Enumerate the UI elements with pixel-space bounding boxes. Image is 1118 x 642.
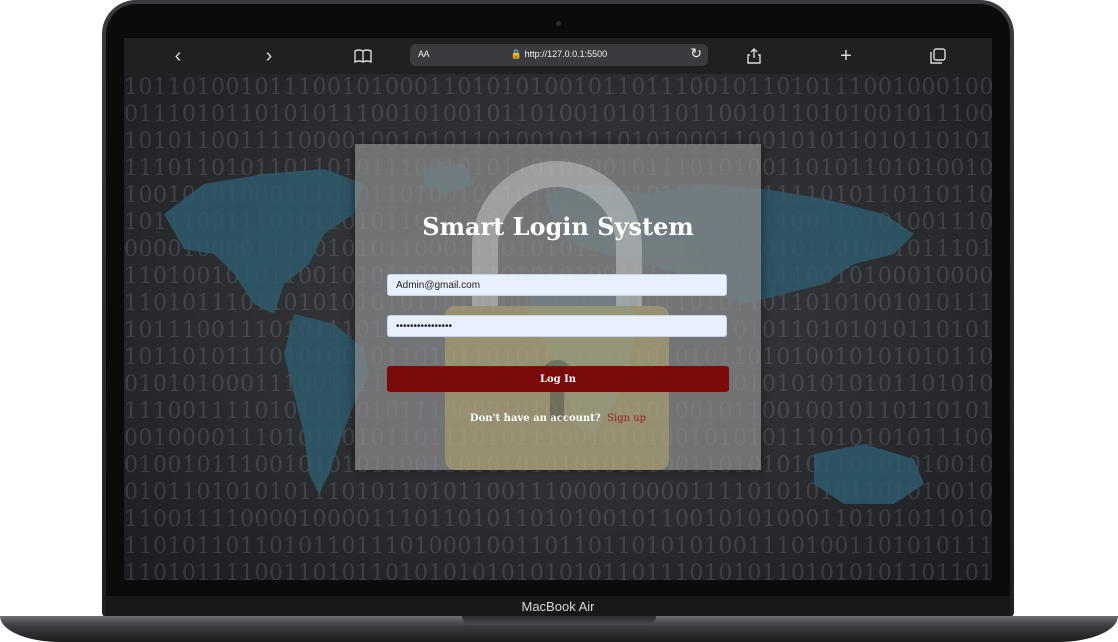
email-field[interactable] bbox=[387, 274, 727, 296]
reload-icon[interactable]: ↻ bbox=[690, 45, 702, 62]
forward-icon[interactable]: › bbox=[255, 43, 283, 69]
device-label: MacBook Air bbox=[106, 596, 1010, 616]
login-page: 1011010010111001010001101010100101101110… bbox=[124, 74, 992, 580]
back-icon[interactable]: ‹ bbox=[164, 43, 192, 69]
share-icon[interactable] bbox=[740, 43, 768, 69]
screen: ‹ › AA 🔒 http://127.0.0.1:5500 ↻ + 10110… bbox=[124, 38, 992, 580]
camera-icon bbox=[556, 21, 561, 26]
lock-icon: 🔒 bbox=[510, 49, 523, 59]
laptop-notch bbox=[462, 616, 656, 625]
login-card: Smart Login System Log In Don't have an … bbox=[355, 144, 761, 470]
tabs-icon[interactable] bbox=[924, 43, 952, 69]
address-bar[interactable]: AA 🔒 http://127.0.0.1:5500 ↻ bbox=[410, 44, 708, 66]
login-button[interactable]: Log In bbox=[387, 366, 729, 392]
page-title: Smart Login System bbox=[422, 212, 694, 241]
new-tab-icon[interactable]: + bbox=[832, 43, 860, 69]
signup-prompt-row: Don't have an account? Sign up bbox=[355, 413, 761, 424]
browser-toolbar: ‹ › AA 🔒 http://127.0.0.1:5500 ↻ + bbox=[124, 38, 992, 74]
bookmarks-icon[interactable] bbox=[349, 43, 377, 69]
url-text: http://127.0.0.1:5500 bbox=[524, 49, 608, 59]
signup-prompt: Don't have an account? bbox=[469, 413, 601, 424]
signup-link[interactable]: Sign up bbox=[607, 413, 646, 424]
password-field[interactable] bbox=[387, 315, 727, 337]
